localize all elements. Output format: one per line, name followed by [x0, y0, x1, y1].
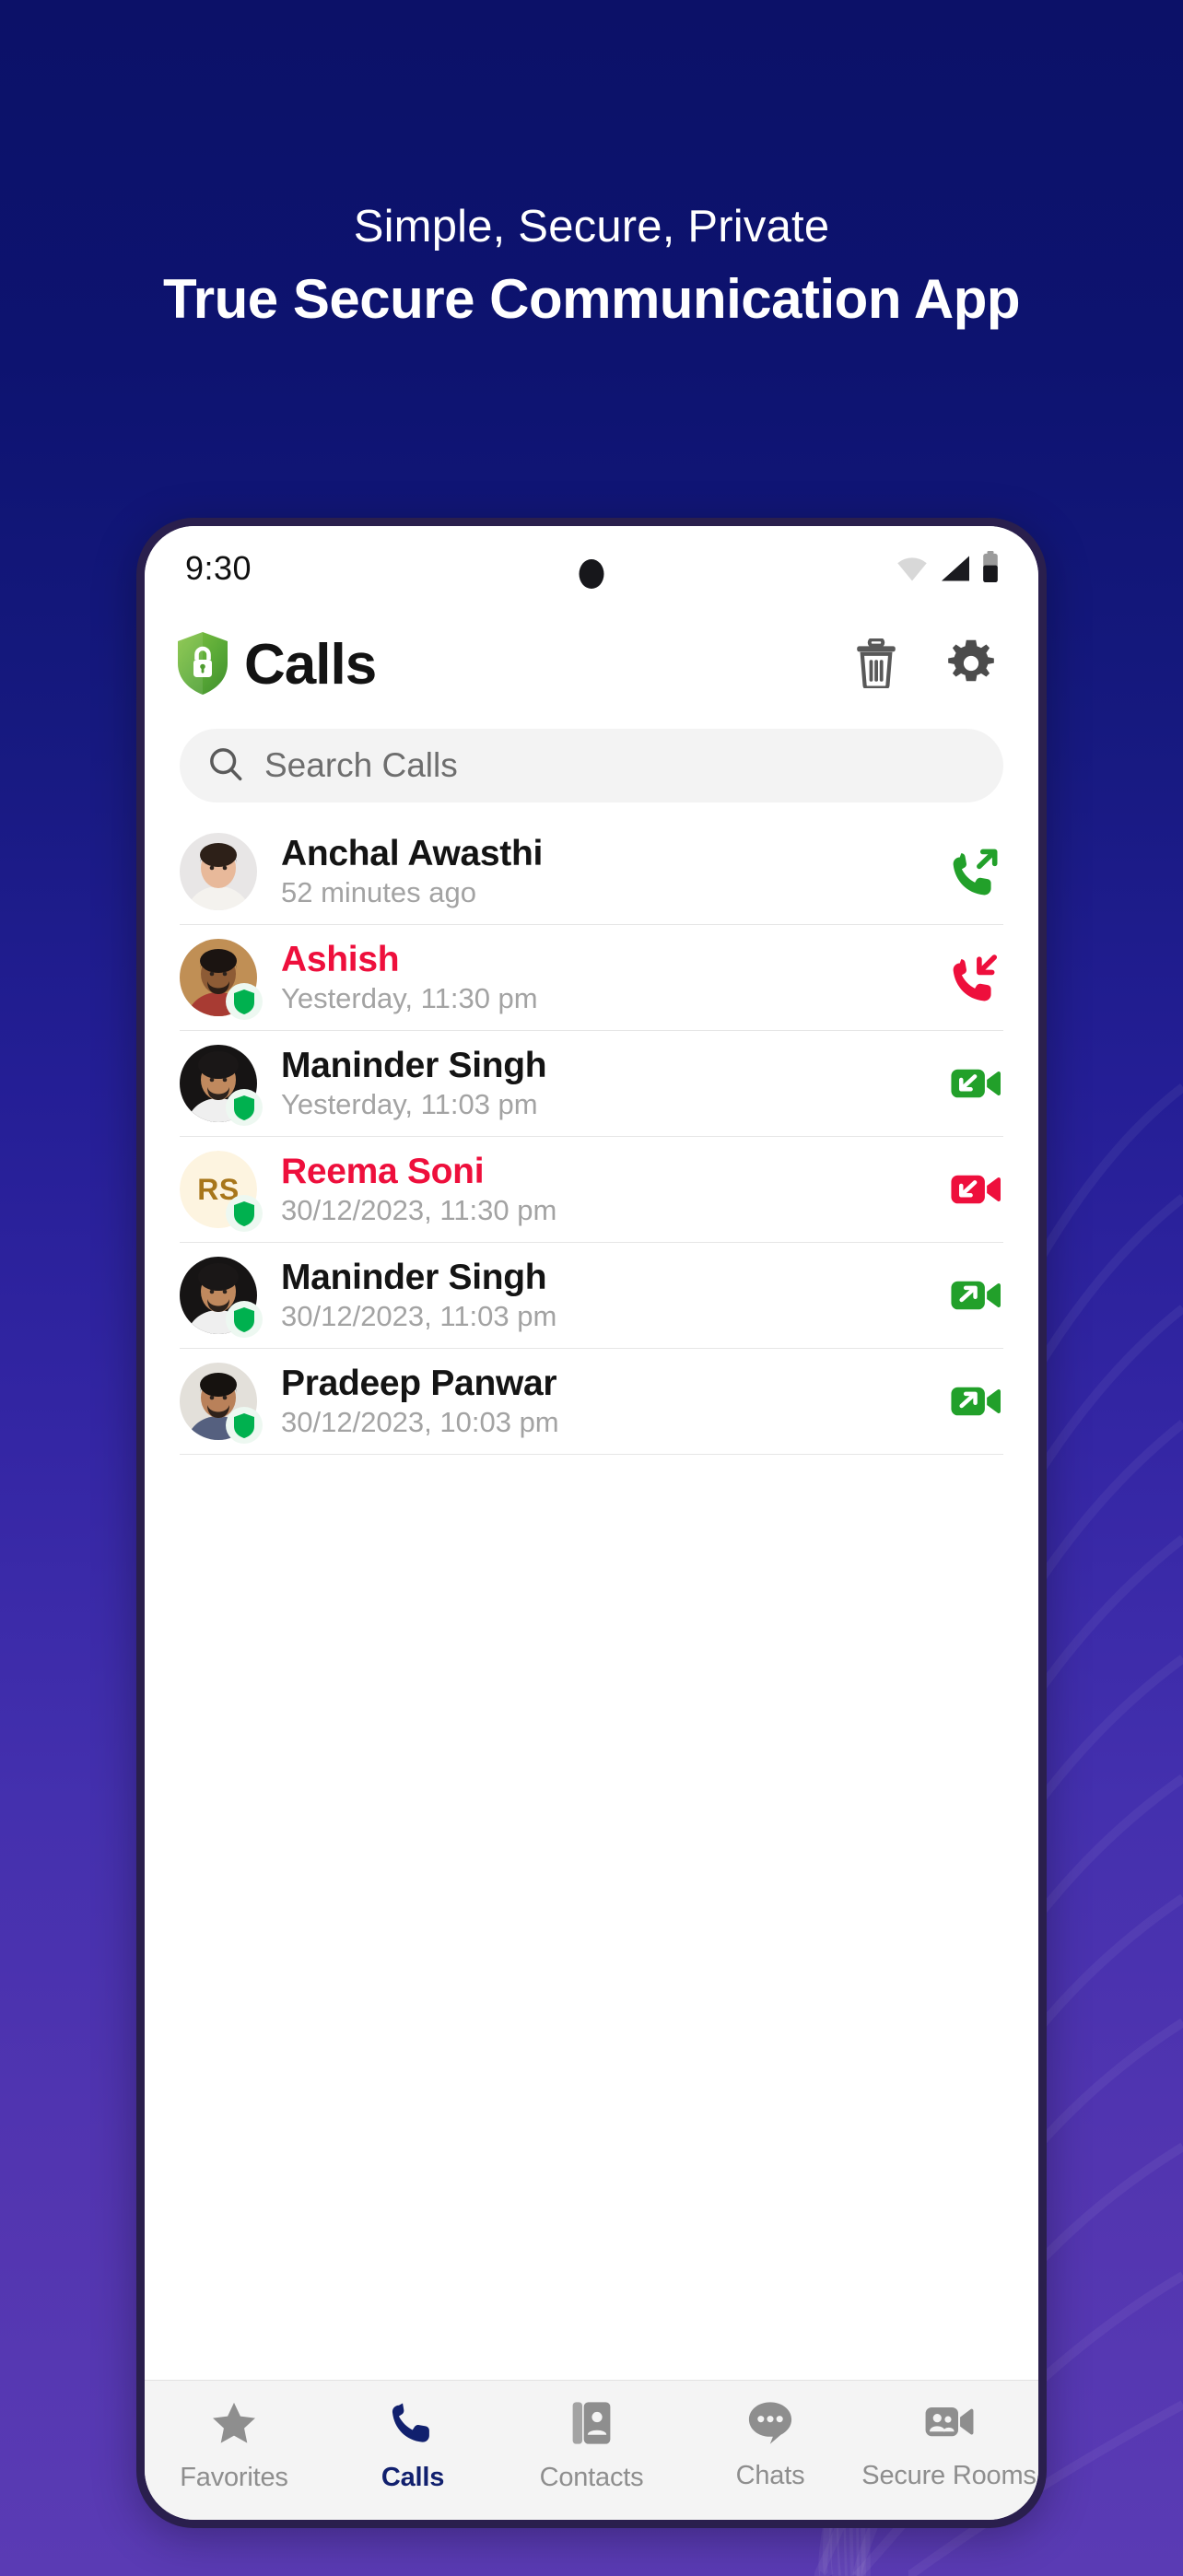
status-bar: 9:30: [145, 526, 1038, 611]
nav-item-label: Calls: [381, 2463, 445, 2492]
chat-bubble-icon: [746, 2399, 794, 2450]
call-item-text: Maninder Singh 30/12/2023, 11:03 pm: [281, 1259, 933, 1331]
call-item-text: Maninder Singh Yesterday, 11:03 pm: [281, 1045, 933, 1120]
search-placeholder: Search Calls: [264, 746, 458, 784]
call-list-item[interactable]: RS Reema Soni 30/12/2023, 11:30 pm: [180, 1137, 1003, 1242]
avatar[interactable]: [180, 1045, 263, 1126]
call-list-item[interactable]: Ashish Yesterday, 11:30 pm: [180, 925, 1003, 1030]
avatar[interactable]: [180, 1363, 263, 1444]
promo-subtitle: Simple, Secure, Private: [353, 202, 830, 252]
verified-shield-icon: [226, 1301, 263, 1338]
verified-shield-icon: [226, 1407, 263, 1444]
call-item-text: Ashish Yesterday, 11:30 pm: [281, 939, 933, 1014]
call-list-item[interactable]: Pradeep Panwar 30/12/2023, 10:03 pm: [180, 1349, 1003, 1454]
promo-title: True Secure Communication App: [162, 268, 1021, 330]
list-divider: [180, 1454, 1003, 1455]
nav-item-label: Secure Rooms: [861, 2461, 1037, 2490]
verified-shield-icon: [226, 1195, 263, 1232]
contact-name: Maninder Singh: [281, 1045, 547, 1085]
battery-icon: [981, 550, 1000, 587]
nav-item-label: Favorites: [180, 2463, 288, 2492]
phone-screen: 9:30 Calls Search Calls Anchal Awasthi 5…: [145, 526, 1038, 2520]
call-item-text: Reema Soni 30/12/2023, 11:30 pm: [281, 1153, 933, 1225]
shield-lock-icon: [174, 630, 231, 701]
avatar-photo: [180, 833, 257, 910]
group-video-icon: [922, 2399, 976, 2450]
call-timestamp: 30/12/2023, 11:03 pm: [281, 1299, 557, 1332]
gear-icon[interactable]: [946, 638, 996, 693]
search-icon: [207, 745, 244, 787]
search-input[interactable]: Search Calls: [180, 729, 1003, 802]
nav-item-secure-rooms[interactable]: Secure Rooms: [860, 2399, 1038, 2491]
call-item-text: Pradeep Panwar 30/12/2023, 10:03 pm: [281, 1363, 933, 1438]
app-brand: Calls: [174, 630, 377, 701]
verified-shield-icon: [226, 983, 263, 1020]
nav-item-label: Contacts: [539, 2463, 644, 2492]
search-section: Search Calls: [145, 720, 1038, 819]
nav-item-favorites[interactable]: Favorites: [145, 2399, 323, 2493]
outgoing-video-call-icon[interactable]: [948, 1270, 1003, 1320]
contact-name: Ashish: [281, 939, 400, 979]
contact-book-icon: [568, 2399, 615, 2452]
avatar[interactable]: [180, 833, 257, 910]
phone-icon: [389, 2399, 437, 2452]
header-actions: [854, 637, 1001, 693]
status-icons: [895, 550, 1000, 587]
incoming-video-call-icon[interactable]: [948, 1059, 1003, 1108]
status-time: 9:30: [185, 549, 252, 587]
contact-name: Maninder Singh: [281, 1257, 547, 1297]
outgoing-voice-call-icon[interactable]: [948, 846, 1003, 897]
call-timestamp: Yesterday, 11:03 pm: [281, 1087, 538, 1120]
call-item-text: Anchal Awasthi 52 minutes ago: [281, 833, 933, 908]
avatar[interactable]: [180, 939, 263, 1020]
trash-icon[interactable]: [854, 637, 898, 693]
nav-item-calls[interactable]: Calls: [323, 2399, 502, 2493]
phone-mockup: 9:30 Calls Search Calls Anchal Awasthi 5…: [136, 518, 1047, 2528]
avatar[interactable]: [180, 1257, 263, 1338]
bottom-navigation: Favorites Calls Contacts Chats Secure Roo…: [145, 2380, 1038, 2520]
star-icon: [210, 2399, 258, 2452]
app-header: Calls: [145, 611, 1038, 720]
verified-shield-icon: [226, 1089, 263, 1126]
missed-incoming-video-call-icon[interactable]: [948, 1165, 1003, 1214]
call-list-item[interactable]: Maninder Singh 30/12/2023, 11:03 pm: [180, 1243, 1003, 1348]
nav-item-contacts[interactable]: Contacts: [502, 2399, 681, 2493]
missed-incoming-voice-call-icon[interactable]: [948, 952, 1003, 1003]
contact-name: Anchal Awasthi: [281, 833, 544, 873]
avatar[interactable]: RS: [180, 1151, 263, 1232]
outgoing-video-call-icon[interactable]: [948, 1376, 1003, 1426]
wifi-icon: [895, 555, 930, 587]
call-timestamp: Yesterday, 11:30 pm: [281, 981, 538, 1014]
nav-item-label: Chats: [735, 2461, 805, 2490]
page-title: Calls: [244, 633, 377, 697]
call-list-item[interactable]: Anchal Awasthi 52 minutes ago: [180, 819, 1003, 924]
contact-name: Pradeep Panwar: [281, 1363, 557, 1403]
call-timestamp: 52 minutes ago: [281, 875, 476, 908]
call-list: Anchal Awasthi 52 minutes ago Ashish Yeste…: [145, 819, 1038, 2380]
call-list-item[interactable]: Maninder Singh Yesterday, 11:03 pm: [180, 1031, 1003, 1136]
cellular-signal-icon: [940, 555, 971, 587]
contact-name: Reema Soni: [281, 1151, 485, 1191]
promo-screenshot: Simple, Secure, Private True Secure Comm…: [0, 0, 1183, 2576]
call-timestamp: 30/12/2023, 11:30 pm: [281, 1193, 557, 1226]
camera-punch-hole: [579, 559, 604, 589]
call-timestamp: 30/12/2023, 10:03 pm: [281, 1405, 559, 1438]
nav-item-chats[interactable]: Chats: [681, 2399, 860, 2491]
